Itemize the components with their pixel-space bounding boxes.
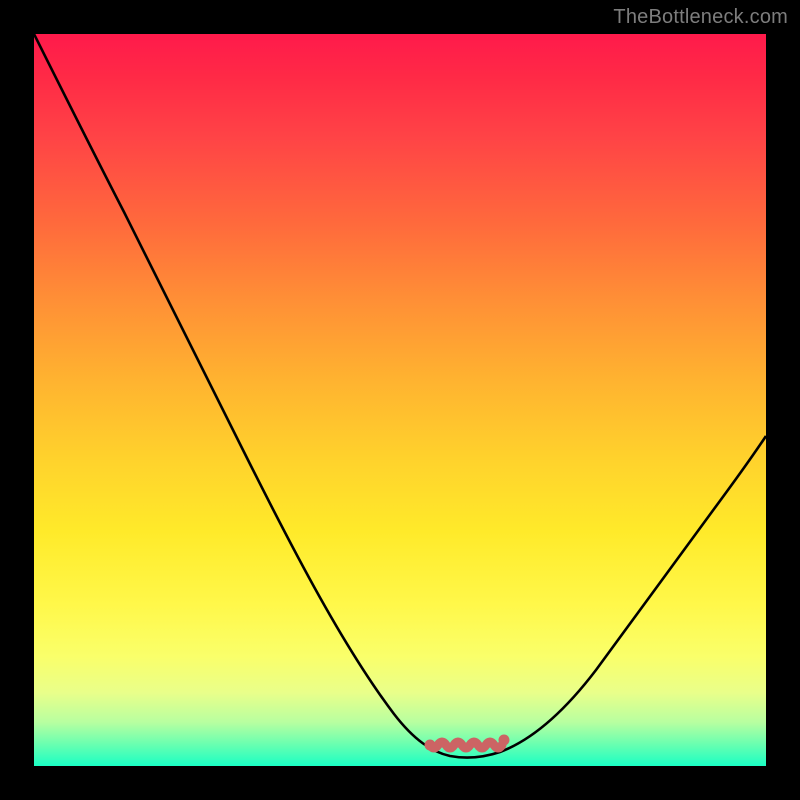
highlight-dot-left [425, 740, 436, 751]
chart-svg-layer [34, 34, 766, 766]
highlight-dot-right [499, 735, 510, 746]
highlight-squiggle [430, 742, 502, 748]
chart-frame: TheBottleneck.com [0, 0, 800, 800]
plot-area [34, 34, 766, 766]
bottleneck-curve [34, 34, 766, 758]
watermark-text: TheBottleneck.com [613, 6, 788, 29]
